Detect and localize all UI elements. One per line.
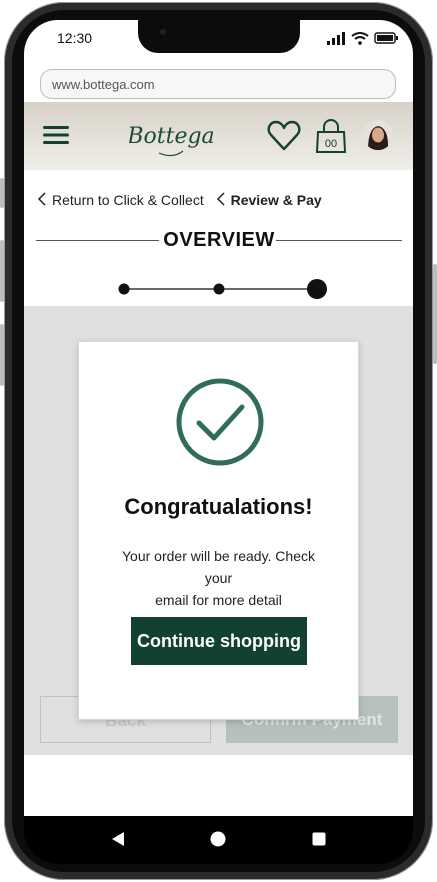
nav-back-icon[interactable]	[111, 831, 125, 847]
status-time: 12:30	[57, 30, 93, 46]
side-button	[0, 240, 4, 302]
signal-bar	[342, 32, 345, 45]
logo[interactable]: Bottega	[129, 115, 213, 161]
side-button	[433, 264, 437, 364]
success-dialog: Congratualations! Your order will be rea…	[78, 341, 359, 720]
heart-icon[interactable]	[267, 120, 301, 152]
url-text: www.bottega.com	[52, 77, 155, 92]
chevron-left-icon[interactable]	[37, 192, 47, 206]
bag-count: 00	[325, 138, 337, 150]
notch	[138, 20, 300, 53]
section-title: OVERVIEW	[163, 229, 275, 251]
menu-icon[interactable]	[42, 124, 70, 146]
breadcrumb: Return to Click & Collect Review & Pay	[37, 192, 322, 212]
url-bar[interactable]: www.bottega.com	[40, 69, 396, 99]
battery-level	[377, 35, 393, 41]
side-button	[0, 324, 4, 386]
continue-shopping-button[interactable]: Continue shopping	[131, 617, 307, 665]
bag-icon[interactable]: 00	[314, 118, 348, 154]
breadcrumb-current: Review & Pay	[230, 192, 322, 208]
wifi-icon	[351, 32, 369, 40]
logo-text: Bottega	[129, 124, 213, 149]
status-icons	[327, 32, 398, 45]
battery-tip	[396, 36, 398, 40]
step-dot	[118, 283, 130, 295]
signal-bar	[332, 38, 335, 45]
step-dot-current	[307, 279, 327, 299]
dialog-message: Your order will be ready. Check your ema…	[109, 545, 328, 611]
avatar[interactable]	[363, 120, 393, 150]
chevron-left-icon	[216, 192, 225, 206]
section-header: OVERVIEW	[36, 229, 402, 253]
progress-stepper	[118, 279, 327, 299]
step-dot	[213, 283, 225, 295]
side-button	[0, 178, 4, 208]
site-header	[24, 102, 413, 170]
dialog-message-line: Your order will be ready. Check your	[122, 548, 315, 586]
dialog-message-line: email for more detail	[155, 592, 282, 608]
dialog-title: Congratualations!	[124, 494, 313, 519]
check-circle-icon	[176, 378, 264, 466]
wifi-dot	[358, 41, 362, 45]
breadcrumb-back-link[interactable]: Return to Click & Collect	[52, 192, 204, 208]
nav-home-icon[interactable]	[210, 831, 226, 847]
nav-recent-icon[interactable]	[312, 832, 326, 846]
camera	[160, 29, 166, 35]
signal-bar	[327, 41, 330, 45]
signal-bar	[337, 35, 340, 45]
